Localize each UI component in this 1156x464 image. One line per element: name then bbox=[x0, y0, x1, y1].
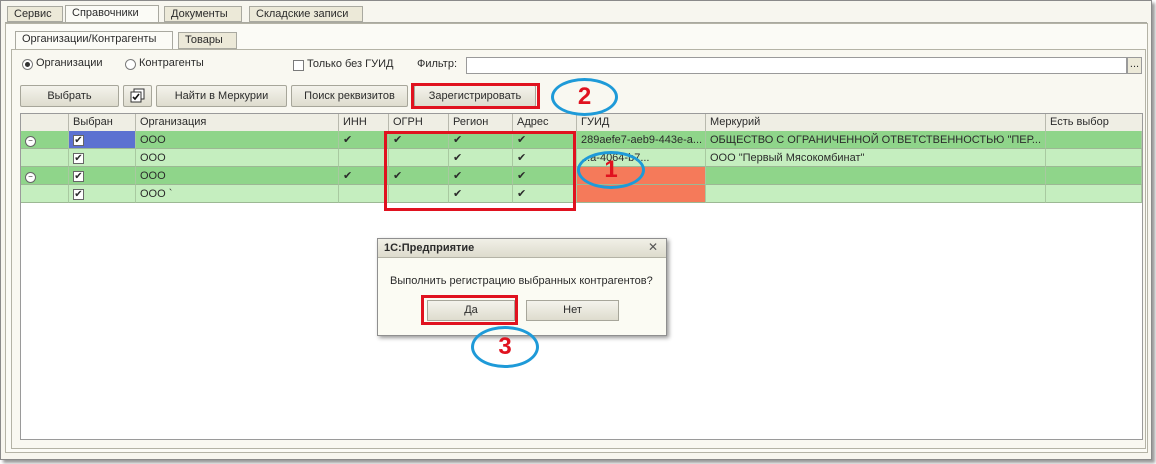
has-choice-cell bbox=[1046, 131, 1142, 149]
tab-service[interactable]: Сервис bbox=[7, 6, 63, 22]
selected-checkbox[interactable]: ✔ bbox=[69, 185, 136, 203]
header-guid[interactable]: ГУИД bbox=[577, 114, 706, 131]
header-ogrn[interactable]: ОГРН bbox=[389, 114, 449, 131]
org-cell: ООО ` bbox=[136, 185, 339, 203]
find-in-mercury-button[interactable]: Найти в Меркурии bbox=[156, 85, 287, 107]
only-without-guid-label: Только без ГУИД bbox=[307, 58, 394, 70]
radio-contractors-label: Контрагенты bbox=[139, 57, 204, 69]
radio-organizations-label: Организации bbox=[36, 57, 103, 69]
callout-2: 2 bbox=[551, 78, 618, 116]
tab-organizations-contractors[interactable]: Организации/Контрагенты bbox=[15, 31, 173, 50]
callout-3: 3 bbox=[471, 326, 539, 368]
selected-checkbox[interactable]: ✔ bbox=[69, 167, 136, 185]
header-has-choice[interactable]: Есть выбор bbox=[1046, 114, 1142, 131]
guid-cell-missing bbox=[577, 185, 706, 203]
expand-toggle[interactable]: − bbox=[21, 167, 69, 185]
select-button[interactable]: Выбрать bbox=[20, 85, 119, 107]
inn-check: ✔ bbox=[339, 167, 389, 185]
inn-cell bbox=[339, 185, 389, 203]
guid-cell: 289aefe7-aeb9-443e-a... bbox=[577, 131, 706, 149]
dialog-message: Выполнить регистрацию выбранных контраге… bbox=[390, 275, 653, 287]
tree-cell bbox=[21, 149, 69, 167]
header-organization[interactable]: Организация bbox=[136, 114, 339, 131]
tab-documents[interactable]: Документы bbox=[164, 6, 242, 22]
header-tree bbox=[21, 114, 69, 131]
tab-warehouse-records[interactable]: Складские записи bbox=[249, 6, 363, 22]
header-inn[interactable]: ИНН bbox=[339, 114, 389, 131]
filter-label: Фильтр: bbox=[417, 58, 458, 70]
dialog-title: 1С:Предприятие bbox=[384, 242, 475, 254]
no-button[interactable]: Нет bbox=[526, 300, 619, 321]
tab-goods[interactable]: Товары bbox=[178, 32, 237, 49]
annotation-yes-box bbox=[421, 295, 518, 325]
mercury-cell: ОБЩЕСТВО С ОГРАНИЧЕННОЙ ОТВЕТСТВЕННОСТЬЮ… bbox=[706, 131, 1046, 149]
mercury-cell bbox=[706, 185, 1046, 203]
selected-checkbox[interactable]: ✔ bbox=[69, 131, 136, 149]
org-cell: ООО bbox=[136, 149, 339, 167]
selected-checkbox[interactable]: ✔ bbox=[69, 149, 136, 167]
org-cell: ООО bbox=[136, 131, 339, 149]
has-choice-cell bbox=[1046, 185, 1142, 203]
header-address[interactable]: Адрес bbox=[513, 114, 577, 131]
filter-input[interactable] bbox=[466, 57, 1127, 74]
tab-directories[interactable]: Справочники bbox=[65, 5, 159, 23]
radio-contractors[interactable] bbox=[125, 59, 136, 70]
has-choice-cell bbox=[1046, 149, 1142, 167]
inn-cell bbox=[339, 149, 389, 167]
callout-1: 1 bbox=[577, 151, 645, 189]
only-without-guid-checkbox[interactable] bbox=[293, 60, 304, 71]
header-region[interactable]: Регион bbox=[449, 114, 513, 131]
radio-organizations[interactable] bbox=[22, 59, 33, 70]
mercury-cell: ООО "Первый Мясокомбинат" bbox=[706, 149, 1046, 167]
tree-cell bbox=[21, 185, 69, 203]
annotation-register-box bbox=[411, 83, 540, 109]
mercury-cell bbox=[706, 167, 1046, 185]
has-choice-cell bbox=[1046, 167, 1142, 185]
app-window: Сервис Справочники Документы Складские з… bbox=[0, 0, 1152, 460]
mark-all-button[interactable] bbox=[123, 85, 152, 107]
org-cell: ООО bbox=[136, 167, 339, 185]
expand-toggle[interactable]: − bbox=[21, 131, 69, 149]
header-selected[interactable]: Выбран bbox=[69, 114, 136, 131]
annotation-columns-box bbox=[384, 131, 576, 211]
close-icon[interactable]: ✕ bbox=[648, 240, 658, 254]
search-requisites-button[interactable]: Поиск реквизитов bbox=[291, 85, 408, 107]
filter-select-button[interactable]: ... bbox=[1127, 57, 1142, 74]
inn-check: ✔ bbox=[339, 131, 389, 149]
checklist-icon bbox=[130, 88, 144, 103]
header-mercury[interactable]: Меркурий bbox=[706, 114, 1046, 131]
